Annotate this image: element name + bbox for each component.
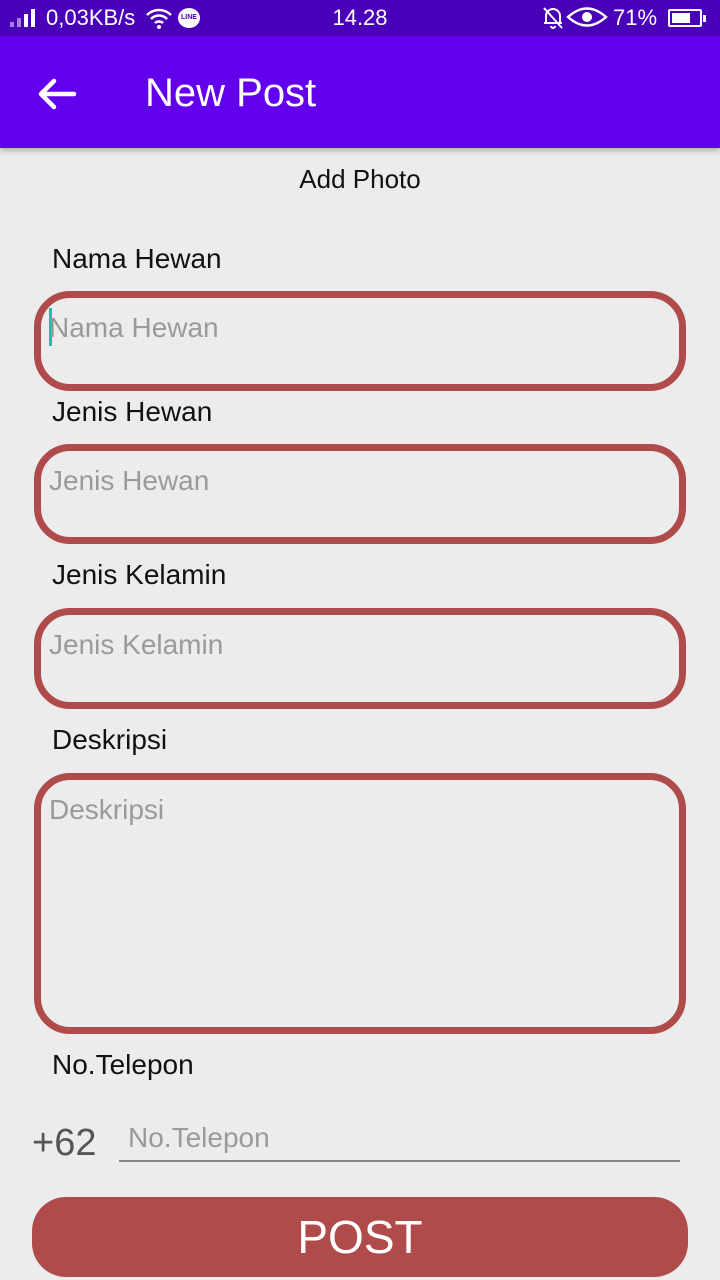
deskripsi-label: Deskripsi (52, 724, 168, 755)
post-button[interactable]: POST (32, 1197, 688, 1277)
jenis-kelamin-label: Jenis Kelamin (52, 559, 227, 590)
eye-comfort-icon (566, 4, 608, 36)
jenis-hewan-label: Jenis Hewan (52, 396, 213, 427)
battery-icon (668, 9, 706, 27)
status-bar: 0,03KB/s LINE 14.28 71% (0, 0, 720, 36)
app-bar: New Post (0, 36, 720, 148)
telepon-label: No.Telepon (52, 1049, 194, 1080)
telepon-input[interactable]: No.Telepon (119, 1116, 680, 1162)
jenis-hewan-placeholder: Jenis Hewan (49, 465, 210, 496)
country-code-prefix: +62 (32, 1122, 97, 1164)
deskripsi-placeholder: Deskripsi (49, 794, 165, 825)
notifications-off-icon (542, 6, 564, 36)
arrow-left-icon (34, 78, 78, 120)
jenis-hewan-input[interactable]: Jenis Hewan (34, 444, 686, 544)
nama-hewan-input[interactable]: Nama Hewan (34, 291, 686, 391)
deskripsi-input[interactable]: Deskripsi (34, 773, 686, 1034)
telepon-placeholder: No.Telepon (128, 1122, 270, 1153)
nama-hewan-placeholder: Nama Hewan (49, 312, 219, 343)
page-title: New Post (145, 71, 317, 115)
jenis-kelamin-placeholder: Jenis Kelamin (49, 629, 224, 660)
jenis-kelamin-input[interactable]: Jenis Kelamin (34, 608, 686, 709)
back-button[interactable] (34, 72, 78, 116)
battery-percent: 71% (613, 5, 658, 30)
add-photo-button[interactable]: Add Photo (0, 164, 720, 195)
nama-hewan-label: Nama Hewan (52, 243, 222, 274)
status-time: 14.28 (332, 5, 388, 30)
